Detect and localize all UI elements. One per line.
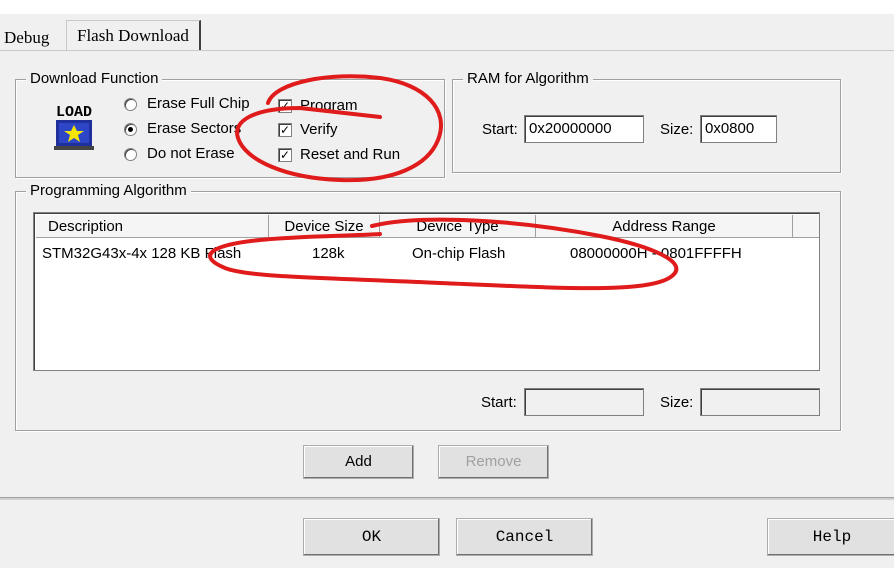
cancel-button[interactable]: Cancel <box>456 518 593 556</box>
programming-algorithm-legend: Programming Algorithm <box>26 182 191 200</box>
column-header-filler <box>793 215 819 238</box>
tab-debug[interactable]: Debug <box>4 25 49 51</box>
check-reset-and-run[interactable]: ✓ Reset and Run <box>278 146 400 164</box>
tab-flash-download[interactable]: Flash Download <box>66 20 201 51</box>
algo-start-label: Start: <box>481 394 517 411</box>
radio-erase-full-chip[interactable]: Erase Full Chip <box>124 95 250 113</box>
tab-divider <box>0 50 894 51</box>
row-description[interactable]: STM32G43x-4x 128 KB Flash <box>42 244 241 264</box>
ram-start-label: Start: <box>482 121 518 138</box>
checkbox-verify[interactable]: ✓ <box>278 123 292 137</box>
row-device-size[interactable]: 128k <box>312 244 345 264</box>
algo-start-input[interactable] <box>524 388 644 416</box>
radio-do-not-erase[interactable]: Do not Erase <box>124 145 235 163</box>
check-label: Reset and Run <box>300 146 401 163</box>
ram-size-input[interactable]: 0x0800 <box>700 115 777 143</box>
ram-size-label: Size: <box>660 121 694 138</box>
row-device-type[interactable]: On-chip Flash <box>412 244 505 264</box>
radio-erase-sectors[interactable]: Erase Sectors <box>124 120 241 138</box>
radio-button[interactable] <box>124 97 137 111</box>
algo-size-input[interactable] <box>700 388 820 416</box>
add-button[interactable]: Add <box>303 445 414 479</box>
radio-label: Erase Sectors <box>147 120 242 137</box>
check-verify[interactable]: ✓ Verify <box>278 121 338 139</box>
ram-start-input[interactable]: 0x20000000 <box>524 115 644 143</box>
algorithm-list[interactable]: Description Device Size Device Type Addr… <box>33 212 820 371</box>
check-label: Verify <box>300 121 338 138</box>
ok-button[interactable]: OK <box>303 518 440 556</box>
column-header-description[interactable]: Description <box>36 215 269 238</box>
svg-text:LOAD: LOAD <box>56 104 92 121</box>
load-icon: LOAD <box>54 104 94 150</box>
radio-button[interactable] <box>124 122 137 136</box>
check-label: Program <box>300 97 358 114</box>
remove-button[interactable]: Remove <box>438 445 549 479</box>
checkbox-program[interactable]: ✓ <box>278 99 292 113</box>
checkbox-reset-and-run[interactable]: ✓ <box>278 148 292 162</box>
download-function-legend: Download Function <box>26 70 163 88</box>
title-strip <box>0 0 894 14</box>
dialog-footer <box>0 500 894 568</box>
help-button[interactable]: Help <box>767 518 894 556</box>
column-header-device-size[interactable]: Device Size <box>269 215 380 238</box>
column-header-device-type[interactable]: Device Type <box>380 215 536 238</box>
row-address-range[interactable]: 08000000H - 0801FFFFH <box>570 244 742 264</box>
radio-label: Erase Full Chip <box>147 95 250 112</box>
column-header-address-range[interactable]: Address Range <box>536 215 793 238</box>
check-program[interactable]: ✓ Program <box>278 97 358 115</box>
radio-button[interactable] <box>124 147 137 161</box>
algo-size-label: Size: <box>660 394 694 411</box>
radio-label: Do not Erase <box>147 145 235 162</box>
ram-legend: RAM for Algorithm <box>463 70 593 88</box>
